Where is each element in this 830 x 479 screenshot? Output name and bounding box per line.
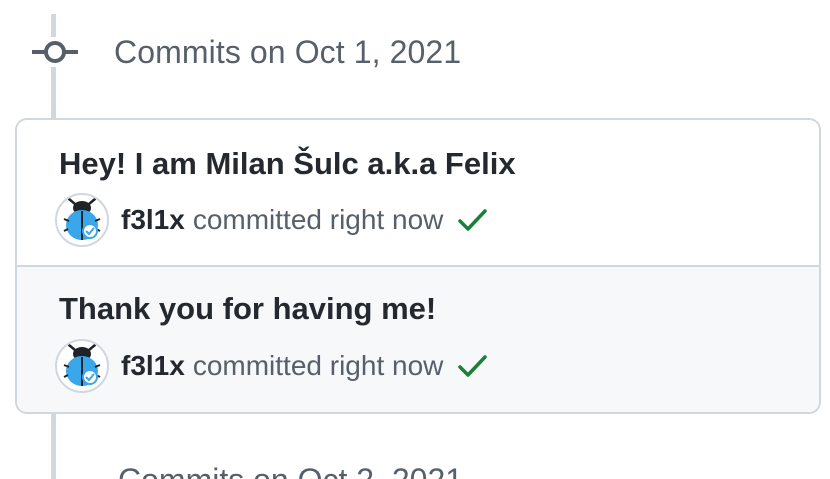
commit-history-page: Commits on Oct 1, 2021 Hey! I am Milan Š…: [0, 0, 830, 479]
commit-author-link[interactable]: f3l1x: [121, 350, 185, 382]
commit-relative-time: committed right now: [192, 204, 444, 235]
commit-row: Thank you for having me! f3l1x committed…: [17, 267, 819, 412]
commit-row: Hey! I am Milan Šulc a.k.a Felix f3l1x c…: [17, 120, 819, 267]
author-avatar[interactable]: [55, 339, 109, 393]
check-icon[interactable]: [455, 203, 489, 237]
commit-relative-time: committed right now: [192, 350, 444, 381]
next-commit-group-date: Commits on Oct 2, 2021: [118, 462, 463, 479]
commit-title-link[interactable]: Thank you for having me!: [59, 291, 436, 327]
commit-group-date: Commits on Oct 1, 2021: [114, 33, 462, 70]
check-icon[interactable]: [455, 349, 489, 383]
commit-meta: f3l1x committed right now: [55, 193, 489, 247]
commit-list: Hey! I am Milan Šulc a.k.a Felix f3l1x c…: [15, 118, 821, 414]
git-commit-icon: [32, 37, 78, 67]
commit-title-link[interactable]: Hey! I am Milan Šulc a.k.a Felix: [59, 146, 516, 182]
commit-author-link[interactable]: f3l1x: [121, 204, 185, 236]
commit-group-header: Commits on Oct 1, 2021: [30, 26, 461, 78]
author-avatar[interactable]: [55, 193, 109, 247]
commit-meta: f3l1x committed right now: [55, 339, 489, 393]
